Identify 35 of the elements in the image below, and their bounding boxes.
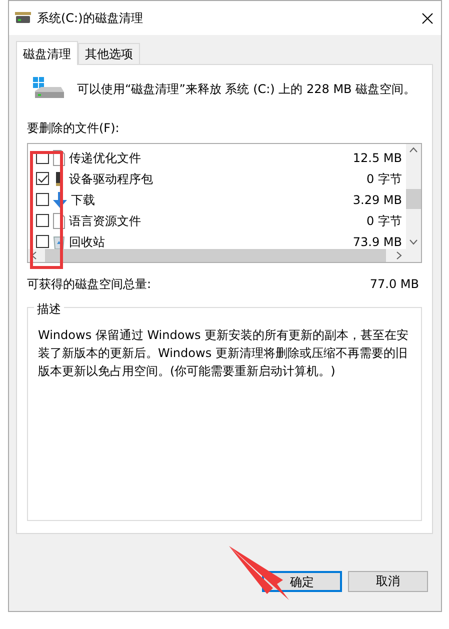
download-arrow-icon — [53, 192, 67, 208]
scroll-left-icon[interactable] — [31, 251, 37, 260]
description-text: Windows 保留通过 Windows 更新安装的所有更新的副本，甚至在安装了新版本的更新后。Windows 更新清理将删除或压缩不再需要的旧版本更新以免占用空间。(你可能需要重新启动计算机。) — [38, 327, 410, 380]
file-size: 0 字节 — [366, 170, 403, 188]
group-title: 描述 — [34, 300, 64, 318]
file-size: 12.5 MB — [352, 150, 403, 166]
drive-icon — [33, 77, 65, 101]
total-value: 77.0 MB — [370, 276, 419, 293]
file-list[interactable]: 传递优化文件 12.5 MB 设备驱动程序包 0 字节 下载 3.29 MB 语言资源文件 0 字节 回收站 73.9 MB — [27, 143, 422, 263]
dialog-button[interactable]: 取消 — [348, 571, 428, 592]
close-icon[interactable] — [422, 12, 433, 24]
scroll-down-icon[interactable] — [409, 239, 418, 245]
scroll-up-icon[interactable] — [409, 147, 418, 153]
intro-text: 可以使用“磁盘清理”来释放 系统 (C:) 上的 228 MB 磁盘空间。 — [77, 81, 416, 98]
file-size: 3.29 MB — [352, 192, 403, 208]
files-label: 要删除的文件(F): — [27, 121, 120, 135]
checkbox[interactable] — [36, 193, 49, 206]
scrollbar-thumb[interactable] — [406, 189, 421, 209]
scroll-right-icon[interactable] — [396, 251, 402, 260]
file-size: 0 字节 — [366, 212, 403, 230]
file-name[interactable]: 设备驱动程序包 — [69, 170, 153, 188]
file-name[interactable]: 回收站 — [69, 232, 105, 249]
window-title: 系统(C:)的磁盘清理 — [37, 10, 143, 27]
file-name[interactable]: 下载 — [71, 190, 95, 208]
file-name[interactable]: 传递优化文件 — [69, 148, 141, 166]
vertical-scrollbar[interactable] — [406, 144, 421, 249]
file-name[interactable]: 语言资源文件 — [69, 212, 141, 230]
file-size: 73.9 MB — [352, 234, 403, 249]
total-label: 可获得的磁盘空间总量: — [27, 276, 152, 293]
tab[interactable]: 其他选项 — [78, 43, 140, 64]
checkbox[interactable] — [36, 172, 49, 185]
drive-icon — [15, 12, 31, 24]
checkbox[interactable] — [36, 235, 49, 248]
checkbox[interactable] — [36, 214, 49, 227]
tab[interactable]: 磁盘清理 — [16, 41, 78, 65]
